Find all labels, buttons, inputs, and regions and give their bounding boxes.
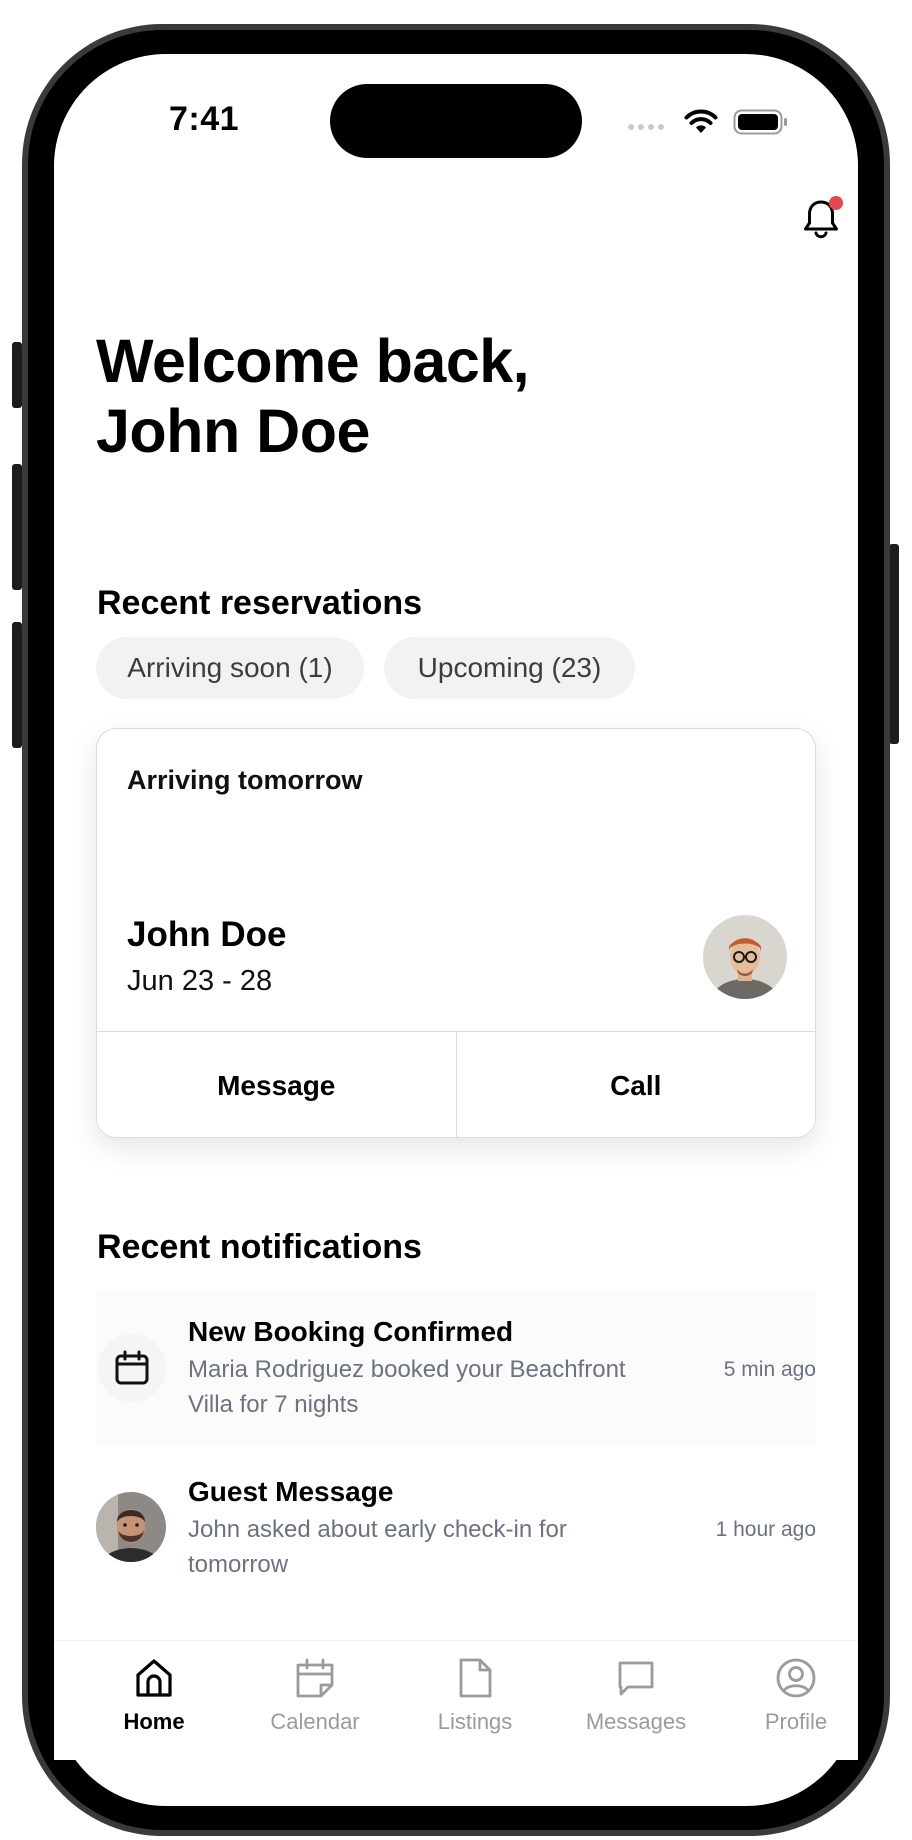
filter-chip-upcoming[interactable]: Upcoming (23) <box>384 637 635 699</box>
section-title-reservations: Recent reservations <box>97 584 423 622</box>
volume-down-button <box>12 622 22 748</box>
tab-listings[interactable]: Listings <box>410 1655 540 1735</box>
avatar <box>96 1492 166 1562</box>
guest-avatar[interactable] <box>703 915 787 999</box>
notification-body: Maria Rodriguez booked your Beachfront V… <box>188 1356 626 1418</box>
notification-item[interactable]: New Booking Confirmed Maria Rodriguez bo… <box>96 1290 816 1446</box>
notification-title: New Booking Confirmed <box>188 1316 514 1347</box>
tab-label: Home <box>123 1709 185 1734</box>
notification-time: 1 hour ago <box>715 1518 816 1541</box>
chat-icon <box>618 1661 654 1696</box>
silent-switch <box>12 342 22 408</box>
notification-title: Guest Message <box>188 1476 394 1507</box>
power-button <box>889 544 899 744</box>
tab-profile[interactable]: Profile <box>731 1655 861 1735</box>
section-title-notifications: Recent notifications <box>97 1228 422 1266</box>
notification-item[interactable]: Guest Message John asked about early che… <box>96 1450 816 1606</box>
notification-time: 5 min ago <box>723 1358 816 1381</box>
tab-label: Profile <box>764 1709 828 1734</box>
welcome-line: Welcome back, <box>96 327 530 395</box>
status-time: 7:41 <box>168 100 240 138</box>
guest-name: John Doe <box>127 915 287 954</box>
welcome-heading: Welcome back, John Doe <box>96 326 816 466</box>
cellular-signal-icon <box>628 124 664 130</box>
calendar-icon <box>296 1658 334 1698</box>
tab-label: Listings <box>437 1709 513 1734</box>
tab-home[interactable]: Home <box>89 1655 219 1735</box>
call-button[interactable]: Call <box>455 1032 815 1137</box>
unread-badge <box>829 196 843 210</box>
calendar-icon <box>115 1350 149 1385</box>
reservation-status-label: Arriving tomorrow <box>127 765 363 795</box>
volume-up-button <box>12 464 22 590</box>
document-icon <box>459 1658 492 1698</box>
tab-calendar[interactable]: Calendar <box>250 1655 380 1735</box>
notification-body: John asked about early check-in for tomo… <box>188 1516 567 1578</box>
message-button[interactable]: Message <box>97 1032 456 1137</box>
filter-chip-arriving-soon[interactable]: Arriving soon (1) <box>96 637 364 699</box>
battery-icon <box>733 109 787 135</box>
profile-icon <box>776 1658 816 1698</box>
tab-bar: Home Calendar Listings Messages Profile <box>54 1640 858 1760</box>
reservation-actions: Message Call <box>97 1031 815 1137</box>
tab-messages[interactable]: Messages <box>571 1655 701 1735</box>
home-icon <box>136 1659 172 1697</box>
tab-label: Messages <box>585 1709 687 1734</box>
wifi-icon <box>684 109 718 133</box>
user-name: John Doe <box>96 397 370 465</box>
reservation-dates: Jun 23 - 28 <box>127 965 273 997</box>
reservation-card[interactable]: Arriving tomorrow John Doe Jun 23 - 28 M… <box>96 728 816 1138</box>
tab-label: Calendar <box>270 1709 360 1734</box>
dynamic-island <box>330 84 582 158</box>
notification-icon-wrap <box>98 1334 166 1402</box>
